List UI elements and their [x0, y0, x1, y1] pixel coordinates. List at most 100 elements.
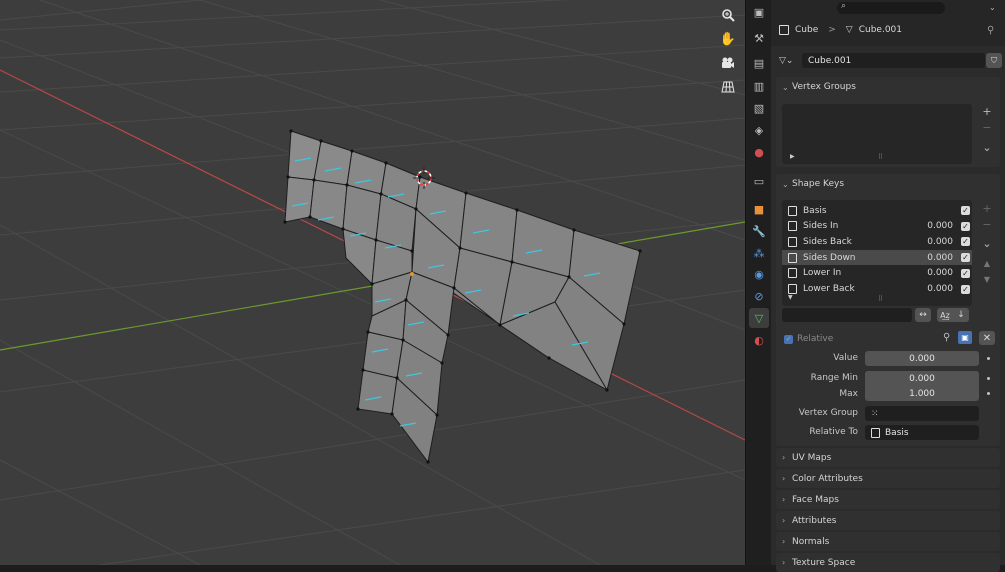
collapsed-panel-color-attributes[interactable]: › Color Attributes [776, 469, 1000, 488]
object-tab-icon[interactable]: ■ [749, 199, 769, 219]
add-shape-key-button[interactable]: + [979, 200, 995, 216]
mesh-data-tab-icon[interactable]: ▽ [749, 308, 769, 328]
search-icon: ⌕ [841, 1, 847, 11]
collapsed-panel-face-maps[interactable]: › Face Maps [776, 490, 1000, 509]
keyframe-dot-icon[interactable] [987, 357, 990, 360]
zoom-icon[interactable] [717, 5, 739, 25]
shape-key-name: Sides In [803, 221, 839, 232]
shape-key-value[interactable]: 0.000 [913, 253, 953, 263]
shape-key-icon [788, 268, 797, 279]
mesh-datablock-selector[interactable]: ▽⌄ [779, 53, 799, 68]
shape-keys-list[interactable]: Basis ✓ Sides In 0.000 ✓ Sides Back 0.000 ✓ Side… [782, 200, 972, 306]
shape-key-row[interactable]: Sides Back 0.000 ✓ [782, 234, 972, 249]
shape-key-row[interactable]: Basis ✓ [782, 203, 972, 218]
resize-grip-icon[interactable]: ⠿ [878, 295, 883, 303]
pin-shape-icon[interactable]: ⚲ [943, 332, 950, 343]
object-square-icon [779, 25, 789, 35]
shape-key-icon [788, 205, 797, 216]
range-min-field[interactable]: 0.000 [865, 371, 979, 386]
panel-title: UV Maps [792, 452, 832, 463]
mute-checkbox[interactable]: ✓ [961, 253, 970, 263]
collapsed-panel-normals[interactable]: › Normals [776, 532, 1000, 551]
grid-icon[interactable] [717, 77, 739, 97]
breadcrumb-mesh: Cube.001 [858, 25, 902, 35]
vertex-groups-header[interactable]: ⌄ Vertex Groups [776, 77, 1000, 97]
shape-key-value[interactable]: 0.000 [913, 221, 953, 231]
mesh-browse-icon[interactable]: ▽⌄ [779, 56, 793, 66]
plane-mesh[interactable] [284, 130, 641, 464]
tool-tab-icon[interactable]: ⚒ [749, 28, 769, 48]
vertex-group-specials-button[interactable]: ⌄ [979, 139, 995, 155]
viewport-scene [0, 0, 745, 565]
max-label: Max [839, 389, 858, 399]
expand-triangle-icon[interactable]: ▶ [790, 153, 795, 160]
remove-shape-key-button[interactable]: − [979, 216, 995, 232]
shape-keys-header[interactable]: ⌄ Shape Keys [776, 174, 1000, 194]
edit-mode-shape-icon[interactable]: ▣ [958, 331, 972, 344]
remove-vertex-group-button[interactable]: − [979, 119, 995, 135]
origin-point [410, 272, 414, 276]
collapsed-panel-uv-maps[interactable]: › UV Maps [776, 448, 1000, 467]
3d-viewport[interactable]: ✋ [0, 0, 745, 565]
fake-user-shield-icon[interactable]: ⛉ [986, 53, 1002, 68]
resize-grip-icon[interactable]: ⠿ [878, 153, 883, 161]
vertex-groups-panel: ⌄ Vertex Groups ▶ ⠿ + − ⌄ [776, 77, 1000, 167]
vertex-group-field[interactable]: ⁙ [865, 406, 979, 421]
constraints-tab-icon[interactable]: ⊘ [749, 286, 769, 306]
chevron-down-icon: ⌄ [782, 82, 789, 92]
search-field[interactable]: ⌕ [837, 1, 945, 14]
shape-keys-panel: ⌄ Shape Keys Basis ✓ Sides In 0.000 ✓ Sides Ba… [776, 174, 1000, 446]
physics-tab-icon[interactable]: ◉ [749, 264, 769, 284]
collection-tab-icon[interactable]: ▭ [749, 171, 769, 191]
camera-icon[interactable] [717, 53, 739, 73]
editor-type-icon[interactable]: ▣ [749, 2, 769, 22]
keyframe-dot-icon[interactable] [987, 377, 990, 380]
add-vertex-group-button[interactable]: + [979, 103, 995, 119]
shape-key-row[interactable]: Sides In 0.000 ✓ [782, 219, 972, 234]
value-field[interactable]: 0.000 [865, 351, 979, 366]
mesh-name-field[interactable]: Cube.001 [802, 53, 985, 68]
shape-key-row[interactable]: Lower In 0.000 ✓ [782, 266, 972, 281]
view-layer-tab-icon[interactable]: ▧ [749, 98, 769, 118]
render-tab-icon[interactable]: ▤ [749, 53, 769, 73]
options-chevron-icon[interactable]: ⌄ [989, 3, 996, 12]
shape-key-value[interactable]: 0.000 [913, 237, 953, 247]
chevron-down-icon: ⌄ [782, 179, 789, 189]
sort-reverse-icon[interactable]: ↓ [953, 308, 969, 322]
relative-to-label: Relative To [809, 427, 858, 437]
relative-checkbox[interactable]: ✓ Relative [784, 334, 833, 344]
max-field[interactable]: 1.000 [865, 386, 979, 401]
shape-key-value[interactable]: 0.000 [913, 268, 953, 278]
clear-shape-icon[interactable]: ✕ [979, 331, 995, 345]
shape-key-specials-button[interactable]: ⌄ [979, 235, 995, 251]
mute-checkbox[interactable]: ✓ [961, 206, 970, 215]
mute-checkbox[interactable]: ✓ [961, 284, 970, 294]
shape-key-filter-input[interactable] [782, 308, 912, 322]
hand-pan-icon[interactable]: ✋ [717, 29, 739, 49]
expand-triangle-icon[interactable]: ▼ [788, 294, 793, 301]
invert-filter-icon[interactable]: ↔ [915, 308, 931, 322]
shape-key-row[interactable]: Sides Down 0.000 ✓ [782, 250, 972, 266]
mute-checkbox[interactable]: ✓ [961, 268, 970, 278]
sort-alpha-icon[interactable]: A͢z [937, 308, 953, 322]
mute-checkbox[interactable]: ✓ [961, 221, 970, 231]
vertex-groups-list[interactable]: ▶ ⠿ [782, 104, 972, 164]
modifier-tab-icon[interactable]: 🔧 [749, 221, 769, 241]
panel-title: Attributes [792, 515, 837, 526]
keyframe-dot-icon[interactable] [987, 392, 990, 395]
relative-to-field[interactable]: Basis [865, 425, 979, 440]
material-tab-icon[interactable]: ◐ [749, 330, 769, 350]
world-tab-icon[interactable]: ● [749, 142, 769, 162]
output-tab-icon[interactable]: ▥ [749, 76, 769, 96]
collapsed-panel-attributes[interactable]: › Attributes [776, 511, 1000, 530]
shape-key-value[interactable]: 0.000 [913, 284, 953, 294]
move-up-button[interactable]: ▲ [979, 255, 995, 271]
scene-tab-icon[interactable]: ◈ [749, 120, 769, 140]
shape-key-row[interactable]: Lower Back 0.000 ✓ [782, 282, 972, 297]
mute-checkbox[interactable]: ✓ [961, 237, 970, 247]
particles-tab-icon[interactable]: ⁂ [749, 243, 769, 263]
pin-icon[interactable]: ⚲ [987, 25, 994, 36]
collapsed-panel-texture-space[interactable]: › Texture Space [776, 553, 1000, 572]
move-down-button[interactable]: ▼ [979, 271, 995, 287]
relative-check-icon: ✓ [784, 334, 793, 344]
